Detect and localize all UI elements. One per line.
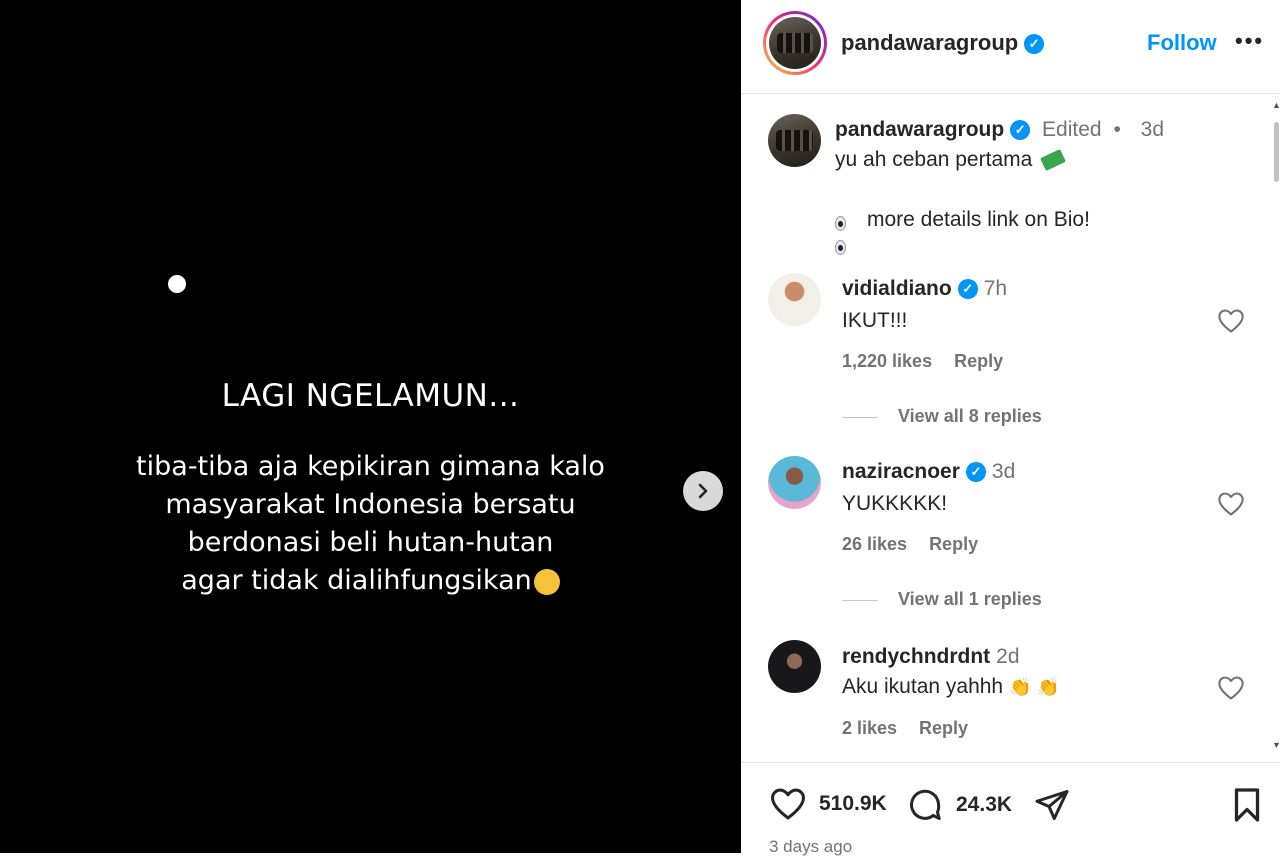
post-date: 3 days ago xyxy=(769,837,853,856)
separator: • xyxy=(1113,118,1121,141)
story-line: masyarakat Indonesia bersatu xyxy=(165,489,576,520)
chevron-right-icon xyxy=(698,483,708,499)
media-story-text: tiba-tiba aja kepikiran gimana kalo masy… xyxy=(0,448,741,600)
story-line: agar tidak dialihfungsikan xyxy=(181,565,532,596)
media-dot xyxy=(168,275,186,293)
likes-count: 510.9K xyxy=(819,792,887,815)
share-button[interactable] xyxy=(1033,787,1071,823)
comment-likes[interactable]: 26 likes xyxy=(842,534,907,554)
post-media: LAGI NGELAMUN... tiba-tiba aja kepikiran… xyxy=(0,0,741,853)
username-link[interactable]: rendychndrdnt xyxy=(842,645,990,668)
post-header: pandawaragroup ✓ Follow ••• xyxy=(741,0,1280,94)
avatar[interactable] xyxy=(768,273,821,326)
username-link[interactable]: naziracnoer xyxy=(842,460,960,483)
comment-text: IKUT!!! xyxy=(842,309,908,332)
comment-icon xyxy=(910,789,941,820)
comment-meta: 1,220 likes Reply xyxy=(842,351,1025,372)
avatar[interactable] xyxy=(768,640,821,693)
comment-username: naziracnoer ✓ 3d xyxy=(842,460,1015,484)
caption-time: 3d xyxy=(1140,118,1164,141)
comment-time: 2d xyxy=(996,645,1020,668)
clapping-hands-icon: 👏 xyxy=(1037,677,1060,697)
comment-meta: 2 likes Reply xyxy=(842,718,990,739)
clapping-hands-icon: 👏 xyxy=(1008,677,1032,697)
caption-header: pandawaragroup ✓ Edited • 3d xyxy=(835,118,1164,142)
reply-button[interactable]: Reply xyxy=(929,534,978,554)
verified-badge-icon: ✓ xyxy=(957,279,978,300)
comment-meta: 26 likes Reply xyxy=(842,534,1000,555)
caption-username[interactable]: pandawaragroup xyxy=(835,118,1004,141)
bookmark-icon xyxy=(1234,788,1260,822)
send-icon xyxy=(1035,790,1069,820)
verified-badge-icon: ✓ xyxy=(1024,34,1045,55)
comment-text-body: Aku ikutan yahhh xyxy=(842,675,1004,698)
story-ring[interactable] xyxy=(763,11,827,75)
comment-likes[interactable]: 2 likes xyxy=(842,718,897,738)
heart-icon xyxy=(771,788,805,820)
comment-time: 3d xyxy=(991,460,1016,483)
save-button[interactable] xyxy=(1231,787,1263,823)
verified-badge-icon: ✓ xyxy=(1010,120,1031,141)
comment-time: 7h xyxy=(983,277,1008,300)
caption-text: more details link on Bio! xyxy=(835,208,1090,256)
scroll-up-arrow-icon[interactable]: ▲ xyxy=(1272,100,1280,110)
eyes-emoji-icon xyxy=(835,213,857,256)
caption-text: yu ah ceban pertama xyxy=(835,148,1067,172)
username-link[interactable]: pandawaragroup xyxy=(841,30,1018,55)
comment-text: YUKKKKK! xyxy=(842,492,948,515)
heart-icon[interactable] xyxy=(1217,308,1245,334)
caption-line: more details link on Bio! xyxy=(867,208,1090,231)
comment-username: vidialdiano ✓ 7h xyxy=(842,277,1007,301)
view-replies-button[interactable]: View all 1 replies xyxy=(842,589,1042,610)
heart-icon[interactable] xyxy=(1217,491,1245,517)
heart-icon[interactable] xyxy=(1217,675,1245,701)
comment-text: Aku ikutan yahhh 👏 👏 xyxy=(842,675,1060,699)
edited-label: Edited xyxy=(1042,118,1102,141)
media-headline: LAGI NGELAMUN... xyxy=(221,378,520,414)
next-slide-button[interactable] xyxy=(683,471,723,511)
thinking-emoji-icon xyxy=(533,568,560,595)
comment-username: rendychndrdnt 2d xyxy=(842,645,1020,669)
comment-button[interactable]: 24.3K xyxy=(906,787,1012,823)
header-username[interactable]: pandawaragroup ✓ xyxy=(841,30,1045,56)
story-line: tiba-tiba aja kepikiran gimana kalo xyxy=(136,451,605,482)
money-emoji-icon xyxy=(1040,149,1067,172)
avatar xyxy=(769,17,821,69)
username-link[interactable]: vidialdiano xyxy=(842,277,952,300)
reply-button[interactable]: Reply xyxy=(954,351,1003,371)
comments-count: 24.3K xyxy=(956,793,1013,816)
comments-scrollbar[interactable]: ▲ ▼ xyxy=(1272,100,1280,760)
story-line: berdonasi beli hutan-hutan xyxy=(187,527,554,558)
scroll-down-arrow-icon[interactable]: ▼ xyxy=(1272,740,1280,750)
verified-badge-icon: ✓ xyxy=(965,462,986,483)
avatar[interactable] xyxy=(768,456,821,509)
reply-button[interactable]: Reply xyxy=(919,718,968,738)
like-button[interactable]: 510.9K xyxy=(769,787,887,821)
avatar[interactable] xyxy=(768,114,821,167)
caption-line: yu ah ceban pertama xyxy=(835,148,1033,171)
post-sidebar: pandawaragroup ✓ Follow ••• pandawaragrou… xyxy=(741,0,1280,856)
story-line-with-emoji: agar tidak dialihfungsikan xyxy=(0,562,741,600)
comment-likes[interactable]: 1,220 likes xyxy=(842,351,932,371)
follow-button[interactable]: Follow xyxy=(1147,30,1217,56)
more-options-icon[interactable]: ••• xyxy=(1235,28,1264,54)
view-replies-button[interactable]: View all 8 replies xyxy=(842,406,1042,427)
scrollbar-thumb[interactable] xyxy=(1274,122,1279,182)
